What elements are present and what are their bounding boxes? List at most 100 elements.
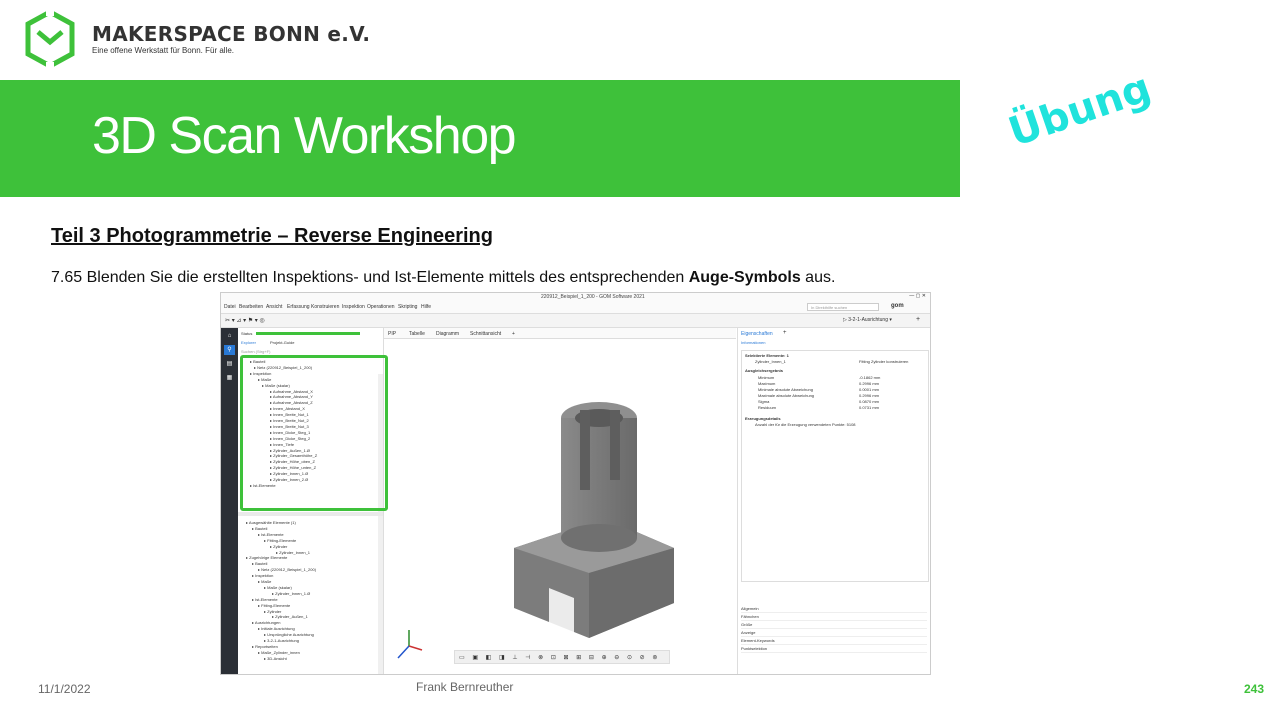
status-bar (256, 332, 360, 335)
add-tab-button[interactable]: + (512, 331, 515, 337)
props-selected-name: Zylinder_Innen_1 (755, 359, 786, 364)
gom-logo: gom (891, 303, 904, 309)
side-navigation: ⌂ ⚲ ▤ ▦ (221, 328, 238, 674)
instruction-text: 7.65 Blenden Sie die erstellten Inspekti… (51, 269, 836, 286)
tree-item[interactable]: ▸ Ist-Elemente (258, 532, 284, 537)
tree-item[interactable]: ▸ Maße_Zylinder_innen (258, 650, 300, 655)
help-search-input[interactable]: In Direkthilfe suchen (807, 303, 879, 311)
tree-item[interactable]: ▸ Maße (skalar) (264, 585, 292, 590)
props-result-header: Ausgleichsergebnis (745, 368, 784, 373)
props-row-value: 0.2996 mm (859, 393, 880, 398)
props-row-label: Maximale absolute Abweichung (758, 393, 815, 398)
slide-title: 3D Scan Workshop (92, 107, 517, 165)
tab-tabelle[interactable]: Tabelle (409, 331, 425, 337)
tree-item[interactable]: ▸ Reportseiten (252, 644, 278, 649)
props-selected-header: Selektierte Elemente: 1 (745, 353, 789, 358)
tab-projekt-guide[interactable]: Projekt-Guide (270, 340, 294, 345)
highlight-frame (240, 355, 388, 511)
tree-item[interactable]: ▸ Zylinder_Innen_1 (276, 550, 310, 555)
tree-item[interactable]: ▸ Ursprüngliche Ausrichtung (264, 632, 314, 637)
props-row-label: Residuum (758, 405, 777, 410)
axis-gizmo-icon (397, 630, 423, 659)
report-icon[interactable]: ▤ (224, 359, 235, 369)
toolbar-icons[interactable]: ✂ ▾ ⊿ ▾ ⚑ ▾ ◎ (225, 317, 265, 324)
menu-skripting[interactable]: Skripting (398, 304, 417, 310)
page-number: 243 (1244, 682, 1265, 696)
props-row-value: 0.0001 mm (859, 387, 880, 392)
menu-erfassung[interactable]: Erfassung (287, 304, 310, 310)
tree-item[interactable]: ▸ 3-2-1-Ausrichtung (264, 638, 299, 643)
alignment-select[interactable]: ▷ 3-2-1-Ausrichtung ▾ (843, 317, 892, 323)
props-row-value: -0.1862 mm (859, 375, 881, 380)
grid-icon[interactable]: ▦ (224, 373, 235, 383)
props-section-allgemein[interactable]: Allgemein (741, 605, 927, 613)
tree-item[interactable]: ▸ Netz (220912_Beispiel_1_200) (258, 567, 316, 572)
main-toolbar: ✂ ▾ ⊿ ▾ ⚑ ▾ ◎ ▷ 3-2-1-Ausrichtung ▾ + (221, 314, 930, 328)
tab-explorer[interactable]: Explorer (241, 340, 256, 345)
props-gen-header: Erzeugungsdetails (745, 416, 781, 421)
tree-item[interactable]: ▸ Fitting-Elemente (258, 603, 290, 608)
menu-hilfe[interactable]: Hilfe (421, 304, 431, 310)
tab-diagramm[interactable]: Diagramm (436, 331, 459, 337)
tree-item[interactable]: ▸ Inspektion (252, 573, 273, 578)
tree-item[interactable]: ▸ Ausgewählte Elemente (1) (246, 520, 296, 525)
props-row-value: 0.0731 mm (859, 405, 880, 410)
menu-ansicht[interactable]: Ansicht (266, 304, 282, 310)
window-controls[interactable]: — ▢ ✕ (909, 293, 926, 299)
props-row-label: Maximum (758, 381, 776, 386)
tree-item[interactable]: ▸ Initiale Ausrichtung (258, 626, 295, 631)
tree-item[interactable]: ▸ Zugehörige Elemente (246, 555, 287, 560)
window-title: 220912_Beispiel_1_200 - GOM Software 202… (541, 294, 645, 300)
props-selected-value: Fitting Zylinder konstruieren (859, 359, 909, 364)
add-props-tab[interactable]: + (783, 330, 787, 336)
filter-input[interactable]: Suchen (Strg+F) (241, 349, 270, 354)
slide-subtitle: Teil 3 Photogrammetrie – Reverse Enginee… (51, 225, 493, 247)
viewport-toolbar[interactable]: ▭ ▣ ◧ ◨ ⊥ ⊣ ⊗ ⊡ ⊠ ⊞ ⊟ ⊕ ⊖ ⊙ ⊘ ⊚ (454, 650, 670, 664)
props-section-faehnchen[interactable]: Fähnchen (741, 613, 927, 621)
props-row-label: Sigma (758, 399, 770, 404)
tree-item[interactable]: ▸ Maße (258, 579, 271, 584)
tree-item[interactable]: ▸ Ausrichtungen (252, 620, 280, 625)
add-icon[interactable]: + (916, 316, 920, 323)
props-row-value: 0.0870 mm (859, 399, 880, 404)
tab-eigenschaften[interactable]: Eigenschaften (741, 331, 773, 337)
props-section-keywords[interactable]: Element-Keywords (741, 637, 927, 645)
tree-item[interactable]: ▸ Ist-Elemente (252, 597, 278, 602)
props-row-label: Minimale absolute Abweichung (758, 387, 813, 392)
tree-item[interactable]: ▸ Bauteil (252, 561, 267, 566)
3d-scan-model[interactable] (494, 388, 694, 658)
props-section-anzeige[interactable]: Anzeige (741, 629, 927, 637)
tree-item[interactable]: ▸ Zylinder (270, 544, 287, 549)
search-icon[interactable]: ⚲ (224, 345, 235, 355)
tree-item[interactable]: ▸ Zylinder (264, 609, 281, 614)
tree-item[interactable]: ▸ Bauteil (252, 526, 267, 531)
status-label: Status (241, 331, 253, 336)
tree-item[interactable]: ▸ Zylinder_Außen_1 (272, 614, 308, 619)
footer-date: 11/1/2022 (38, 682, 91, 696)
tree-item[interactable]: ▸ 3D-Ansicht (264, 656, 287, 661)
org-tagline: Eine offene Werkstatt für Bonn. Für alle… (92, 46, 234, 55)
exercise-badge: Übung (1003, 64, 1157, 156)
props-section-groesse[interactable]: Größe (741, 621, 927, 629)
tab-schnittansicht[interactable]: Schnittansicht (470, 331, 501, 337)
tab-pip[interactable]: PIP (388, 331, 396, 337)
home-icon[interactable]: ⌂ (224, 331, 235, 341)
menu-datei[interactable]: Datei (224, 304, 236, 310)
menu-operationen[interactable]: Operationen (367, 304, 395, 310)
menu-konstruieren[interactable]: Konstruieren (311, 304, 339, 310)
properties-panel: Eigenschaften + Informationen Selektiert… (737, 328, 930, 674)
menu-bar: Datei Bearbeiten Ansicht Erfassung Konst… (221, 301, 930, 314)
makerspace-logo (25, 8, 75, 70)
tree-item[interactable]: ▸ Zylinder_Innen_1.Ø (272, 591, 310, 596)
menu-inspektion[interactable]: Inspektion (342, 304, 365, 310)
props-gen-row: Anzahl der für die Erzeugung verwendeten… (755, 422, 856, 427)
menu-bearbeiten[interactable]: Bearbeiten (239, 304, 263, 310)
tree-item[interactable]: ▸ Fitting-Elemente (264, 538, 296, 543)
props-informationen[interactable]: Informationen (741, 340, 765, 345)
3d-viewport[interactable]: PIP Tabelle Diagramm Schnittansicht + ▭ … (384, 328, 736, 674)
window-titlebar: 220912_Beispiel_1_200 - GOM Software 202… (221, 293, 930, 301)
org-name: MAKERSPACE BONN e.V. (92, 22, 371, 46)
splitter[interactable] (238, 512, 383, 516)
props-row-label: Minimum (758, 375, 775, 380)
props-section-punktselektion[interactable]: Punktselektion (741, 645, 927, 653)
